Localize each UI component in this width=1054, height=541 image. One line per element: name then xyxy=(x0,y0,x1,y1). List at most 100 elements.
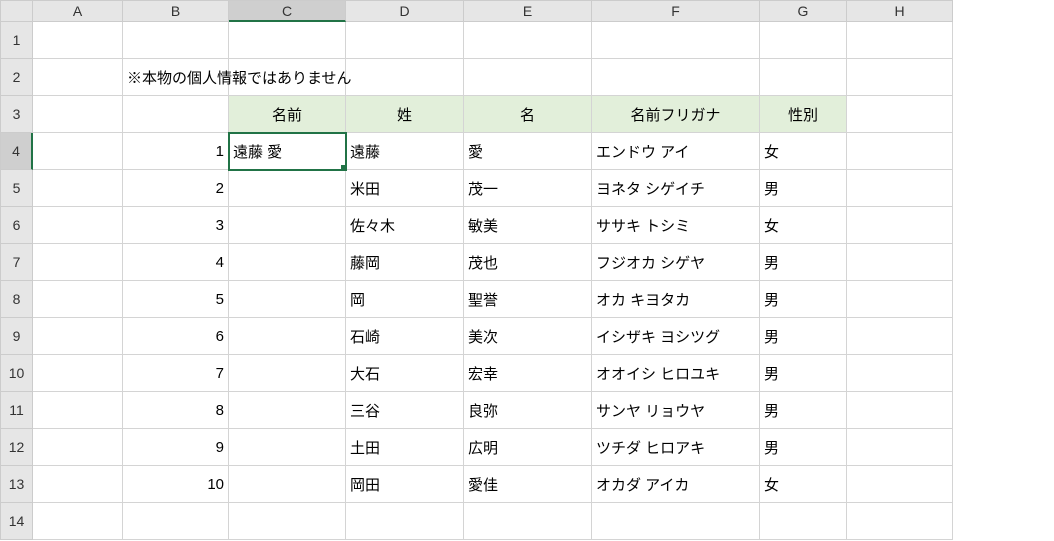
cell-D2[interactable] xyxy=(346,59,464,96)
cell-C4[interactable]: 遠藤 愛 xyxy=(229,133,346,170)
row-header-6[interactable]: 6 xyxy=(0,207,33,244)
cell-F5[interactable]: ヨネタ シゲイチ xyxy=(592,170,760,207)
cell-B10[interactable]: 7 xyxy=(123,355,229,392)
cell-F6[interactable]: ササキ トシミ xyxy=(592,207,760,244)
cell-H9[interactable] xyxy=(847,318,953,355)
cell-B3[interactable] xyxy=(123,96,229,133)
cell-E2[interactable] xyxy=(464,59,592,96)
row-header-4[interactable]: 4 xyxy=(0,133,33,170)
cell-A1[interactable] xyxy=(33,22,123,59)
cell-C7[interactable] xyxy=(229,244,346,281)
row-header-10[interactable]: 10 xyxy=(0,355,33,392)
cell-A10[interactable] xyxy=(33,355,123,392)
cell-D14[interactable] xyxy=(346,503,464,540)
cell-C12[interactable] xyxy=(229,429,346,466)
cell-H14[interactable] xyxy=(847,503,953,540)
cell-F14[interactable] xyxy=(592,503,760,540)
cell-G14[interactable] xyxy=(760,503,847,540)
cell-F10[interactable]: オオイシ ヒロユキ xyxy=(592,355,760,392)
cell-H4[interactable] xyxy=(847,133,953,170)
cell-A7[interactable] xyxy=(33,244,123,281)
cell-F13[interactable]: オカダ アイカ xyxy=(592,466,760,503)
cell-E10[interactable]: 宏幸 xyxy=(464,355,592,392)
cell-C13[interactable] xyxy=(229,466,346,503)
cell-A12[interactable] xyxy=(33,429,123,466)
cell-A5[interactable] xyxy=(33,170,123,207)
cell-B4[interactable]: 1 xyxy=(123,133,229,170)
cell-G1[interactable] xyxy=(760,22,847,59)
col-header-H[interactable]: H xyxy=(847,0,953,22)
cell-A14[interactable] xyxy=(33,503,123,540)
cell-E12[interactable]: 広明 xyxy=(464,429,592,466)
cell-A6[interactable] xyxy=(33,207,123,244)
col-header-E[interactable]: E xyxy=(464,0,592,22)
row-header-14[interactable]: 14 xyxy=(0,503,33,540)
cell-B11[interactable]: 8 xyxy=(123,392,229,429)
cell-B13[interactable]: 10 xyxy=(123,466,229,503)
cell-H3[interactable] xyxy=(847,96,953,133)
cell-D7[interactable]: 藤岡 xyxy=(346,244,464,281)
cell-B5[interactable]: 2 xyxy=(123,170,229,207)
cell-D10[interactable]: 大石 xyxy=(346,355,464,392)
cell-D6[interactable]: 佐々木 xyxy=(346,207,464,244)
row-header-7[interactable]: 7 xyxy=(0,244,33,281)
cell-A11[interactable] xyxy=(33,392,123,429)
cell-E4[interactable]: 愛 xyxy=(464,133,592,170)
cell-D3[interactable]: 姓 xyxy=(346,96,464,133)
cell-H12[interactable] xyxy=(847,429,953,466)
select-all-corner[interactable] xyxy=(0,0,33,22)
cell-H11[interactable] xyxy=(847,392,953,429)
cell-D12[interactable]: 土田 xyxy=(346,429,464,466)
cell-A13[interactable] xyxy=(33,466,123,503)
cell-E1[interactable] xyxy=(464,22,592,59)
cell-E9[interactable]: 美次 xyxy=(464,318,592,355)
cell-A2[interactable] xyxy=(33,59,123,96)
cell-D8[interactable]: 岡 xyxy=(346,281,464,318)
row-header-12[interactable]: 12 xyxy=(0,429,33,466)
cell-H10[interactable] xyxy=(847,355,953,392)
col-header-B[interactable]: B xyxy=(123,0,229,22)
cell-B9[interactable]: 6 xyxy=(123,318,229,355)
cell-G13[interactable]: 女 xyxy=(760,466,847,503)
cell-E14[interactable] xyxy=(464,503,592,540)
cell-C1[interactable] xyxy=(229,22,346,59)
cell-F1[interactable] xyxy=(592,22,760,59)
cell-B1[interactable] xyxy=(123,22,229,59)
cell-D4[interactable]: 遠藤 xyxy=(346,133,464,170)
cell-E8[interactable]: 聖誉 xyxy=(464,281,592,318)
cell-F9[interactable]: イシザキ ヨシツグ xyxy=(592,318,760,355)
col-header-C[interactable]: C xyxy=(229,0,346,22)
cell-A3[interactable] xyxy=(33,96,123,133)
cell-G5[interactable]: 男 xyxy=(760,170,847,207)
cell-F12[interactable]: ツチダ ヒロアキ xyxy=(592,429,760,466)
cell-F3[interactable]: 名前フリガナ xyxy=(592,96,760,133)
col-header-G[interactable]: G xyxy=(760,0,847,22)
cell-A9[interactable] xyxy=(33,318,123,355)
cell-E3[interactable]: 名 xyxy=(464,96,592,133)
cell-H13[interactable] xyxy=(847,466,953,503)
spreadsheet-grid[interactable]: ABCDEFGH12※本物の個人情報ではありません3名前姓名名前フリガナ性別41… xyxy=(0,0,1054,540)
cell-A4[interactable] xyxy=(33,133,123,170)
cell-G10[interactable]: 男 xyxy=(760,355,847,392)
cell-B6[interactable]: 3 xyxy=(123,207,229,244)
cell-B2[interactable]: ※本物の個人情報ではありません xyxy=(123,59,229,96)
cell-B8[interactable]: 5 xyxy=(123,281,229,318)
cell-H5[interactable] xyxy=(847,170,953,207)
cell-D5[interactable]: 米田 xyxy=(346,170,464,207)
cell-F2[interactable] xyxy=(592,59,760,96)
cell-E11[interactable]: 良弥 xyxy=(464,392,592,429)
cell-H1[interactable] xyxy=(847,22,953,59)
cell-D13[interactable]: 岡田 xyxy=(346,466,464,503)
cell-G3[interactable]: 性別 xyxy=(760,96,847,133)
cell-C14[interactable] xyxy=(229,503,346,540)
row-header-9[interactable]: 9 xyxy=(0,318,33,355)
cell-E6[interactable]: 敏美 xyxy=(464,207,592,244)
cell-A8[interactable] xyxy=(33,281,123,318)
cell-E13[interactable]: 愛佳 xyxy=(464,466,592,503)
cell-H6[interactable] xyxy=(847,207,953,244)
row-header-3[interactable]: 3 xyxy=(0,96,33,133)
cell-H2[interactable] xyxy=(847,59,953,96)
cell-H7[interactable] xyxy=(847,244,953,281)
cell-B14[interactable] xyxy=(123,503,229,540)
cell-D9[interactable]: 石崎 xyxy=(346,318,464,355)
